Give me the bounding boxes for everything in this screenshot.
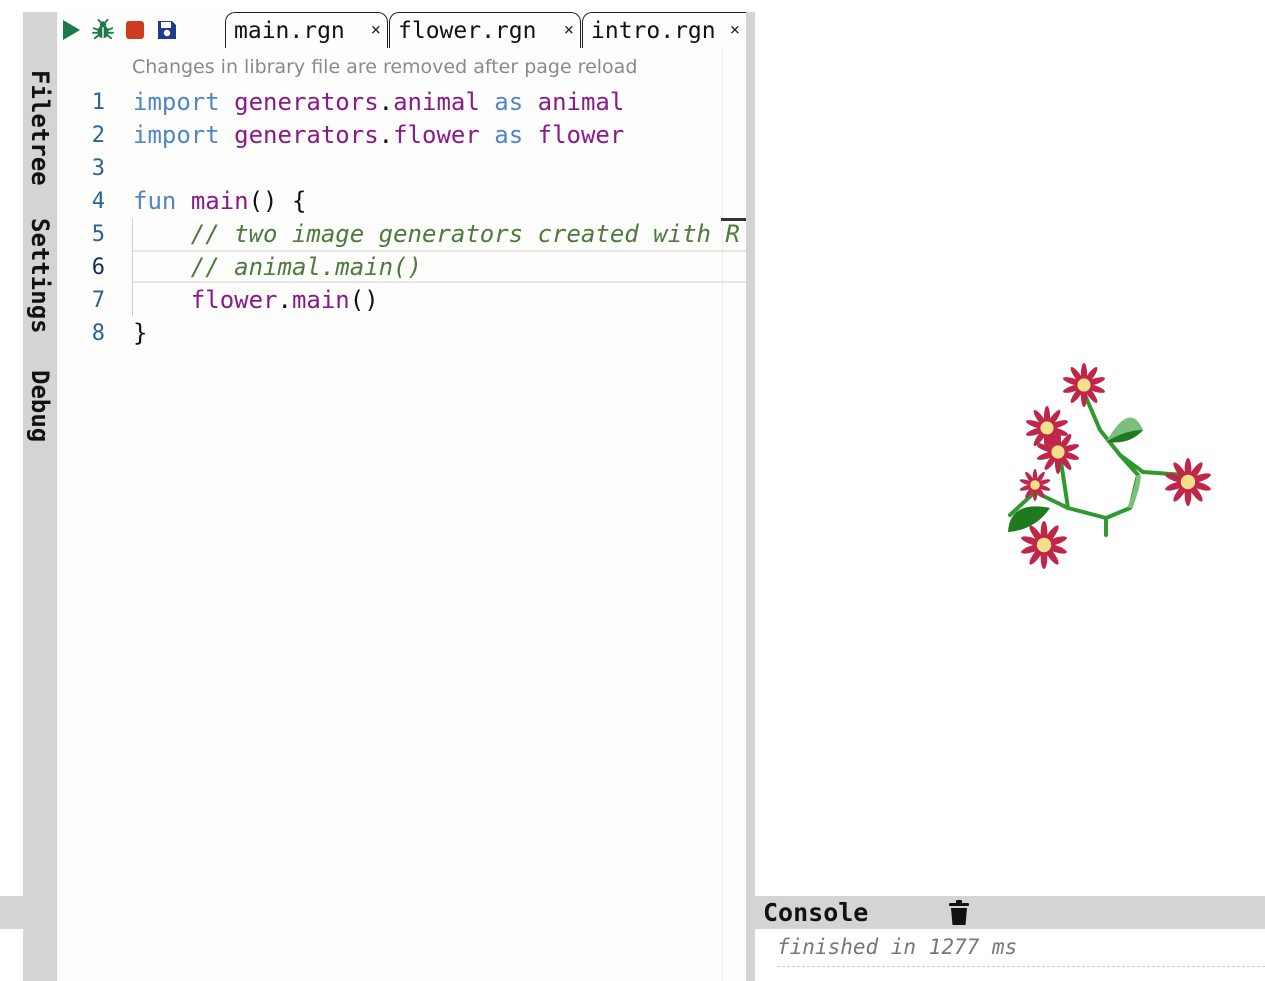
code-line[interactable]: 1 import generators.animal as animal — [57, 86, 746, 119]
trash-icon[interactable] — [947, 900, 971, 926]
line-number: 4 — [91, 189, 105, 214]
code-text: // animal.main() — [190, 253, 422, 281]
stop-button[interactable] — [124, 19, 146, 41]
stop-icon — [126, 21, 144, 39]
flower-render — [1008, 363, 1211, 569]
tab-close-button[interactable]: × — [371, 20, 381, 40]
bug-icon — [92, 19, 114, 40]
code-text: } — [133, 319, 148, 347]
debug-button[interactable] — [92, 19, 114, 41]
panel-divider[interactable] — [746, 12, 755, 981]
line-number: 1 — [91, 90, 105, 115]
flower-center — [1180, 474, 1196, 490]
console-header: Console — [755, 896, 1265, 929]
tab-close-button[interactable]: × — [730, 20, 740, 40]
code-line[interactable]: 3 — [57, 152, 746, 185]
flower-center — [1036, 537, 1052, 553]
code-line[interactable]: 2 import generators.flower as flower — [57, 119, 746, 152]
tab-close-button[interactable]: × — [564, 20, 574, 40]
run-icon — [63, 20, 80, 40]
code-line[interactable]: 7 flower.main() — [57, 284, 746, 317]
console-message: finished in 1277 ms — [777, 935, 1018, 959]
line-number: 2 — [91, 123, 105, 148]
code-text: flower.main() — [190, 286, 379, 314]
run-button[interactable] — [60, 19, 82, 41]
code-editor[interactable]: 1 import generators.animal as animal 2 impo… — [57, 86, 746, 366]
tab-label: main.rgn — [234, 17, 345, 44]
line-number: 3 — [91, 156, 105, 181]
line-number: 7 — [91, 288, 105, 313]
code-line[interactable]: 8} — [57, 317, 746, 350]
line-number: 6 — [91, 255, 105, 280]
console-title: Console — [763, 898, 869, 927]
save-icon — [158, 21, 176, 39]
code-line[interactable]: 5 // two image generators created with R — [57, 218, 746, 251]
flower-center — [1030, 480, 1040, 490]
leaf — [1127, 474, 1141, 509]
side-tab-settings[interactable]: Settings — [23, 218, 57, 334]
flower-center — [1077, 378, 1091, 392]
toolbar — [60, 16, 178, 44]
save-button[interactable] — [156, 19, 178, 41]
code-text: import generators.animal as animal — [133, 88, 625, 116]
side-tab-bar: Filetree Settings Debug — [23, 12, 57, 981]
code-text: import generators.flower as flower — [133, 121, 625, 149]
tab-intro-rgn[interactable]: intro.rgn × — [582, 12, 746, 48]
side-tab-filetree[interactable]: Filetree — [23, 70, 57, 186]
console-divider — [777, 966, 1265, 967]
line-number: 8 — [91, 321, 105, 346]
stem — [1066, 506, 1108, 520]
code-line[interactable]: 6 // animal.main() — [57, 251, 746, 284]
stem — [1104, 506, 1132, 520]
tab-label: flower.rgn — [398, 17, 537, 44]
library-notice: Changes in library file are removed afte… — [132, 56, 638, 78]
tab-label: intro.rgn — [591, 17, 716, 44]
flower-center — [1040, 421, 1054, 435]
horizontal-scroll-marker[interactable] — [721, 218, 746, 221]
tab-flower-rgn[interactable]: flower.rgn × — [389, 12, 581, 48]
line-number: 5 — [91, 222, 105, 247]
console-output: finished in 1277 ms — [755, 929, 1265, 981]
side-tab-debug[interactable]: Debug — [23, 370, 57, 442]
code-text: // two image generators created with R — [190, 220, 740, 248]
code-text: fun main() { — [133, 187, 307, 215]
tab-main-rgn[interactable]: main.rgn × — [225, 12, 388, 48]
left-collapsed-strip — [0, 896, 23, 929]
flower-center — [1051, 445, 1065, 459]
code-line[interactable]: 4 fun main() { — [57, 185, 746, 218]
